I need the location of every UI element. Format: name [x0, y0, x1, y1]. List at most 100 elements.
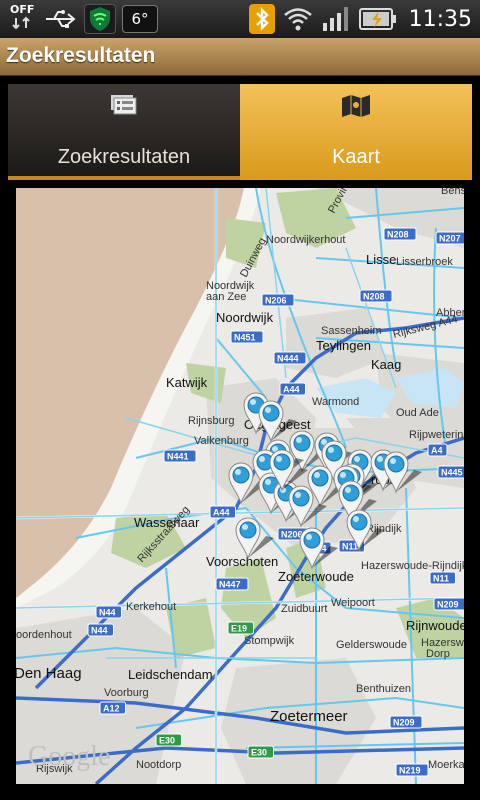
road-shield: A4 [427, 443, 448, 457]
road-shield: N11 [429, 571, 456, 585]
place-label: Kaag [371, 357, 401, 372]
place-label: Teylingen [316, 338, 371, 353]
title-bar: Zoekresultaten [0, 38, 480, 76]
place-label: Nootdorp [136, 759, 181, 771]
road-shield: N219 [395, 763, 429, 777]
svg-text:A4: A4 [431, 446, 443, 456]
svg-text:N207: N207 [439, 234, 461, 244]
svg-text:N441: N441 [167, 452, 189, 462]
svg-text:N44: N44 [91, 626, 108, 636]
place-label: Den Haag [16, 665, 82, 682]
tab-kaart-label: Kaart [332, 146, 380, 168]
road-shield: N209 [433, 597, 464, 611]
battery-icon [358, 8, 396, 30]
place-label: Noordwijkerhout [266, 234, 345, 246]
road-shield: A44 [209, 505, 236, 519]
usb-off-label: OFF [10, 3, 35, 16]
list-icon [111, 95, 137, 115]
svg-text:N445: N445 [441, 468, 463, 478]
svg-text:N208: N208 [363, 292, 385, 302]
place-label: Warmond [312, 396, 359, 408]
svg-text:N44: N44 [99, 608, 116, 618]
svg-text:N219: N219 [399, 766, 421, 776]
tab-zoekresultaten-label: Zoekresultaten [57, 146, 191, 168]
bluetooth-icon [248, 4, 275, 34]
place-label: aan Zee [206, 291, 246, 303]
road-shield: N44 [95, 605, 122, 619]
place-label: Zoeterwoude [278, 569, 354, 584]
wifi-icon [283, 8, 312, 31]
temperature-indicator: 6° [122, 5, 158, 33]
map-icon [342, 95, 370, 117]
place-label: Valkenburg [194, 435, 249, 447]
road-shield: N209 [389, 715, 423, 729]
road-shield: E30 [247, 745, 274, 759]
place-label: oordenhout [16, 629, 72, 641]
svg-text:N209: N209 [437, 600, 459, 610]
tab-bar: Zoekresultaten Kaart [8, 84, 472, 180]
svg-text:N208: N208 [387, 230, 409, 240]
place-label: Hazerswoude-Rijndijk [361, 560, 464, 572]
status-bar: OFF 6° 11:35 [0, 0, 480, 38]
svg-text:N451: N451 [234, 333, 256, 343]
place-label: Rijnsburg [188, 415, 234, 427]
clock: 11:35 [408, 6, 472, 32]
svg-text:N206: N206 [265, 296, 287, 306]
road-shield: E30 [155, 733, 182, 747]
usb-icon [46, 10, 76, 28]
road-shield: E19 [227, 621, 254, 635]
place-label: Voorschoten [206, 554, 278, 569]
svg-text:A44: A44 [213, 508, 230, 518]
svg-text:N444: N444 [277, 354, 299, 364]
svg-text:E19: E19 [231, 624, 247, 634]
map-view[interactable]: Noordwijkerhout Lisse Lisserbroek Noordw… [16, 188, 464, 784]
usb-debug-icon: OFF [10, 4, 38, 34]
road-shield: N445 [437, 465, 464, 479]
place-label: Dorp [426, 648, 450, 660]
road-shield: N441 [163, 449, 197, 463]
place-label: Zuidbuurt [281, 603, 327, 615]
place-label: Kerkehout [126, 601, 176, 613]
place-label: Sassenheim [321, 325, 382, 337]
place-label: Rijndijk [366, 523, 402, 535]
tab-zoekresultaten[interactable]: Zoekresultaten [8, 84, 240, 180]
place-label: Rijnwoude [406, 618, 464, 633]
road-shield: A44 [279, 382, 306, 396]
svg-text:A44: A44 [283, 385, 300, 395]
place-label: Lisse [366, 252, 396, 267]
svg-text:E30: E30 [159, 736, 175, 746]
place-label: Moerka [428, 759, 464, 771]
svg-text:A12: A12 [103, 704, 120, 714]
svg-text:N209: N209 [393, 718, 415, 728]
svg-text:N447: N447 [219, 580, 241, 590]
road-shield: A12 [99, 701, 126, 715]
place-label: Bens [441, 188, 464, 197]
place-label: Weipoort [331, 597, 375, 609]
shield-icon [84, 4, 116, 34]
svg-text:N206: N206 [281, 530, 303, 540]
tab-kaart[interactable]: Kaart [240, 84, 472, 180]
place-label: Oud Ade [396, 407, 439, 419]
road-shield: N444 [273, 351, 307, 365]
road-shield: N208 [359, 289, 393, 303]
google-logo: Google [28, 741, 110, 772]
place-label: Lisserbroek [396, 256, 453, 268]
road-shield: N207 [435, 231, 464, 245]
road-shield: N451 [230, 330, 264, 344]
place-label: Gelderswoude [336, 639, 407, 651]
page-title: Zoekresultaten [6, 44, 156, 67]
place-label: Noordwijk [216, 310, 274, 325]
signal-icon [322, 7, 348, 31]
place-label: Stompwijk [244, 635, 295, 647]
place-label: Katwijk [166, 375, 208, 390]
road-shield: N208 [383, 227, 417, 241]
road-shield: N447 [215, 577, 249, 591]
place-label: Benthuizen [356, 683, 411, 695]
place-label: Zoetermeer [270, 708, 348, 725]
place-label: Leidschendam [128, 667, 213, 682]
svg-text:N11: N11 [433, 574, 449, 584]
place-label: Rijpwetering [409, 429, 464, 441]
place-label: Voorburg [104, 687, 149, 699]
road-shield: N206 [261, 293, 295, 307]
road-shield: N44 [87, 623, 114, 637]
